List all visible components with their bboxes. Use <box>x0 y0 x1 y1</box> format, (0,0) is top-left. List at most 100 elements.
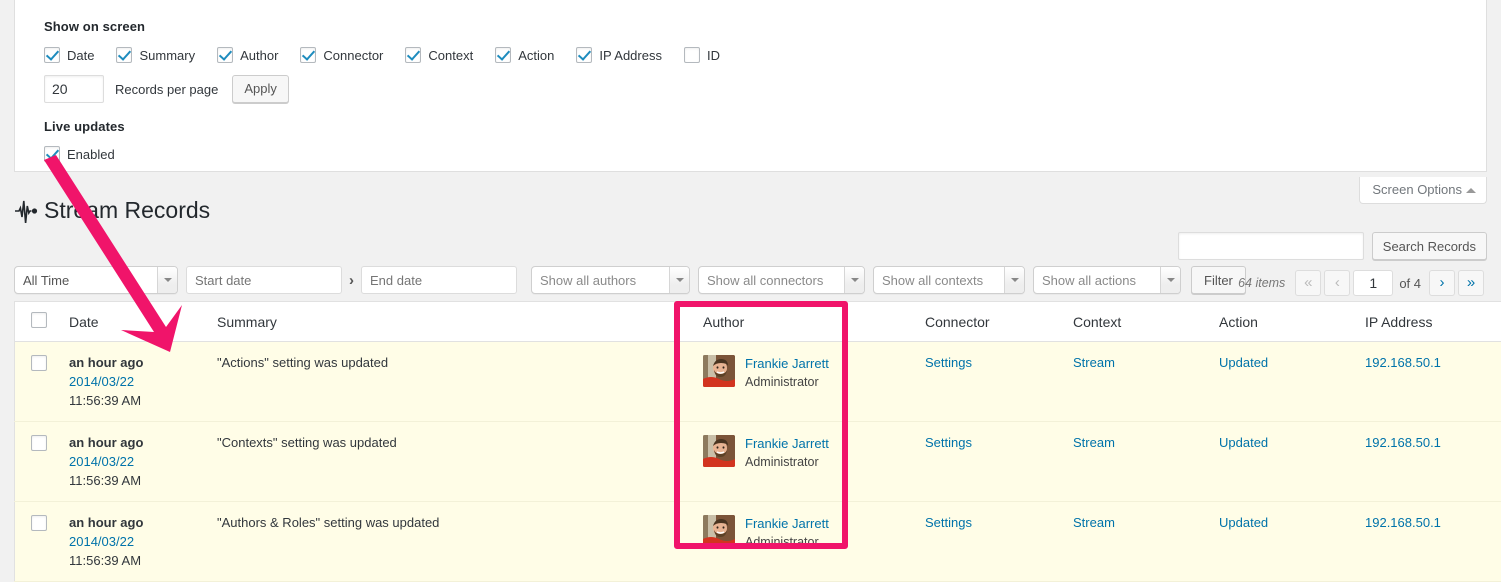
date-relative: an hour ago <box>69 515 217 530</box>
actions-filter-value: Show all actions <box>1034 273 1160 288</box>
row-checkbox[interactable] <box>31 515 47 531</box>
select-all-checkbox[interactable] <box>31 312 47 328</box>
checkbox-action[interactable] <box>495 47 511 63</box>
context-link[interactable]: Stream <box>1073 435 1115 450</box>
action-link[interactable]: Updated <box>1219 435 1268 450</box>
table-header-row: Date Summary Author Connector Context Ac… <box>15 302 1501 342</box>
date-link[interactable]: 2014/03/22 <box>69 454 217 469</box>
checkbox-context[interactable] <box>405 47 421 63</box>
column-toggle-ip-address[interactable]: IP Address <box>576 47 662 63</box>
date-link[interactable]: 2014/03/22 <box>69 374 217 389</box>
column-toggle-label: ID <box>707 48 720 63</box>
header-action[interactable]: Action <box>1219 302 1365 342</box>
checkbox-summary[interactable] <box>116 47 132 63</box>
connector-link[interactable]: Settings <box>925 435 972 450</box>
header-summary[interactable]: Summary <box>217 302 703 342</box>
checkbox-author[interactable] <box>217 47 233 63</box>
header-connector[interactable]: Connector <box>925 302 1073 342</box>
start-date-input[interactable] <box>186 266 342 294</box>
connector-cell: Settings <box>925 422 1073 502</box>
summary-text: "Authors & Roles" setting was updated <box>217 515 439 530</box>
live-updates-label: Enabled <box>67 147 115 162</box>
connector-cell: Settings <box>925 502 1073 582</box>
context-cell: Stream <box>1073 502 1219 582</box>
context-link[interactable]: Stream <box>1073 355 1115 370</box>
chevron-down-icon[interactable] <box>157 267 177 293</box>
summary-cell: "Authors & Roles" setting was updated <box>217 502 703 582</box>
first-page-button[interactable]: « <box>1295 270 1321 296</box>
summary-text: "Contexts" setting was updated <box>217 435 397 450</box>
search-input[interactable] <box>1178 232 1364 260</box>
connectors-filter-select[interactable]: Show all connectors <box>698 266 865 294</box>
author-name-link[interactable]: Frankie Jarrett <box>745 436 829 451</box>
column-toggle-label: Summary <box>139 48 195 63</box>
current-page-input[interactable] <box>1353 270 1393 296</box>
records-per-page-label: Records per page <box>115 82 218 97</box>
live-updates-toggle[interactable]: Enabled <box>44 146 115 162</box>
header-ip-address[interactable]: IP Address <box>1365 302 1501 342</box>
contexts-filter-select[interactable]: Show all contexts <box>873 266 1025 294</box>
date-link[interactable]: 2014/03/22 <box>69 534 217 549</box>
search-records-button[interactable]: Search Records <box>1372 232 1487 260</box>
context-cell: Stream <box>1073 342 1219 422</box>
header-context[interactable]: Context <box>1073 302 1219 342</box>
chevron-down-icon[interactable] <box>844 267 864 293</box>
page-title-row: Stream Records <box>14 196 210 226</box>
action-cell: Updated <box>1219 422 1365 502</box>
column-toggle-action[interactable]: Action <box>495 47 554 63</box>
ip-address-link[interactable]: 192.168.50.1 <box>1365 515 1441 530</box>
ip-address-link[interactable]: 192.168.50.1 <box>1365 435 1441 450</box>
row-select-cell <box>15 422 70 502</box>
chevron-down-icon[interactable] <box>1004 267 1024 293</box>
records-per-page-input[interactable] <box>44 75 104 103</box>
last-page-button[interactable]: » <box>1458 270 1484 296</box>
column-toggle-summary[interactable]: Summary <box>116 47 195 63</box>
action-cell: Updated <box>1219 502 1365 582</box>
avatar <box>703 515 735 547</box>
checkbox-connector[interactable] <box>300 47 316 63</box>
date-cell: an hour ago 2014/03/22 11:56:39 AM <box>69 502 217 582</box>
screen-options-panel: Show on screen Date Summary Author Conne… <box>14 0 1487 172</box>
items-count: 64 items <box>1238 276 1285 290</box>
context-cell: Stream <box>1073 422 1219 502</box>
authors-filter-select[interactable]: Show all authors <box>531 266 690 294</box>
column-toggle-author[interactable]: Author <box>217 47 278 63</box>
page-title: Stream Records <box>44 196 210 226</box>
authors-filter-value: Show all authors <box>532 273 669 288</box>
context-link[interactable]: Stream <box>1073 515 1115 530</box>
connector-link[interactable]: Settings <box>925 355 972 370</box>
prev-page-button[interactable]: ‹ <box>1324 270 1350 296</box>
checkbox-live-updates-enabled[interactable] <box>44 146 60 162</box>
ip-address-link[interactable]: 192.168.50.1 <box>1365 355 1441 370</box>
column-toggle-context[interactable]: Context <box>405 47 473 63</box>
row-checkbox[interactable] <box>31 355 47 371</box>
date-range-select[interactable]: All Time <box>14 266 178 294</box>
action-link[interactable]: Updated <box>1219 515 1268 530</box>
column-toggle-connector[interactable]: Connector <box>300 47 383 63</box>
checkbox-id[interactable] <box>684 47 700 63</box>
row-checkbox[interactable] <box>31 435 47 451</box>
ip-address-cell: 192.168.50.1 <box>1365 502 1501 582</box>
chevron-down-icon[interactable] <box>669 267 689 293</box>
chevron-up-icon <box>1466 188 1476 193</box>
summary-text: "Actions" setting was updated <box>217 355 388 370</box>
screen-options-tab[interactable]: Screen Options <box>1359 177 1487 204</box>
apply-button[interactable]: Apply <box>232 75 289 103</box>
connector-link[interactable]: Settings <box>925 515 972 530</box>
next-page-button[interactable]: › <box>1429 270 1455 296</box>
end-date-input[interactable] <box>361 266 517 294</box>
chevron-down-icon[interactable] <box>1160 267 1180 293</box>
header-date[interactable]: Date <box>69 302 217 342</box>
action-link[interactable]: Updated <box>1219 355 1268 370</box>
table-row: an hour ago 2014/03/22 11:56:39 AM "Auth… <box>15 502 1501 582</box>
actions-filter-select[interactable]: Show all actions <box>1033 266 1181 294</box>
header-author[interactable]: Author <box>703 302 925 342</box>
author-cell: Frankie Jarrett Administrator <box>703 342 925 422</box>
author-name-link[interactable]: Frankie Jarrett <box>745 356 829 371</box>
column-toggle-id[interactable]: ID <box>684 47 720 63</box>
column-toggle-label: IP Address <box>599 48 662 63</box>
checkbox-date[interactable] <box>44 47 60 63</box>
column-toggle-date[interactable]: Date <box>44 47 94 63</box>
checkbox-ip-address[interactable] <box>576 47 592 63</box>
author-name-link[interactable]: Frankie Jarrett <box>745 516 829 531</box>
